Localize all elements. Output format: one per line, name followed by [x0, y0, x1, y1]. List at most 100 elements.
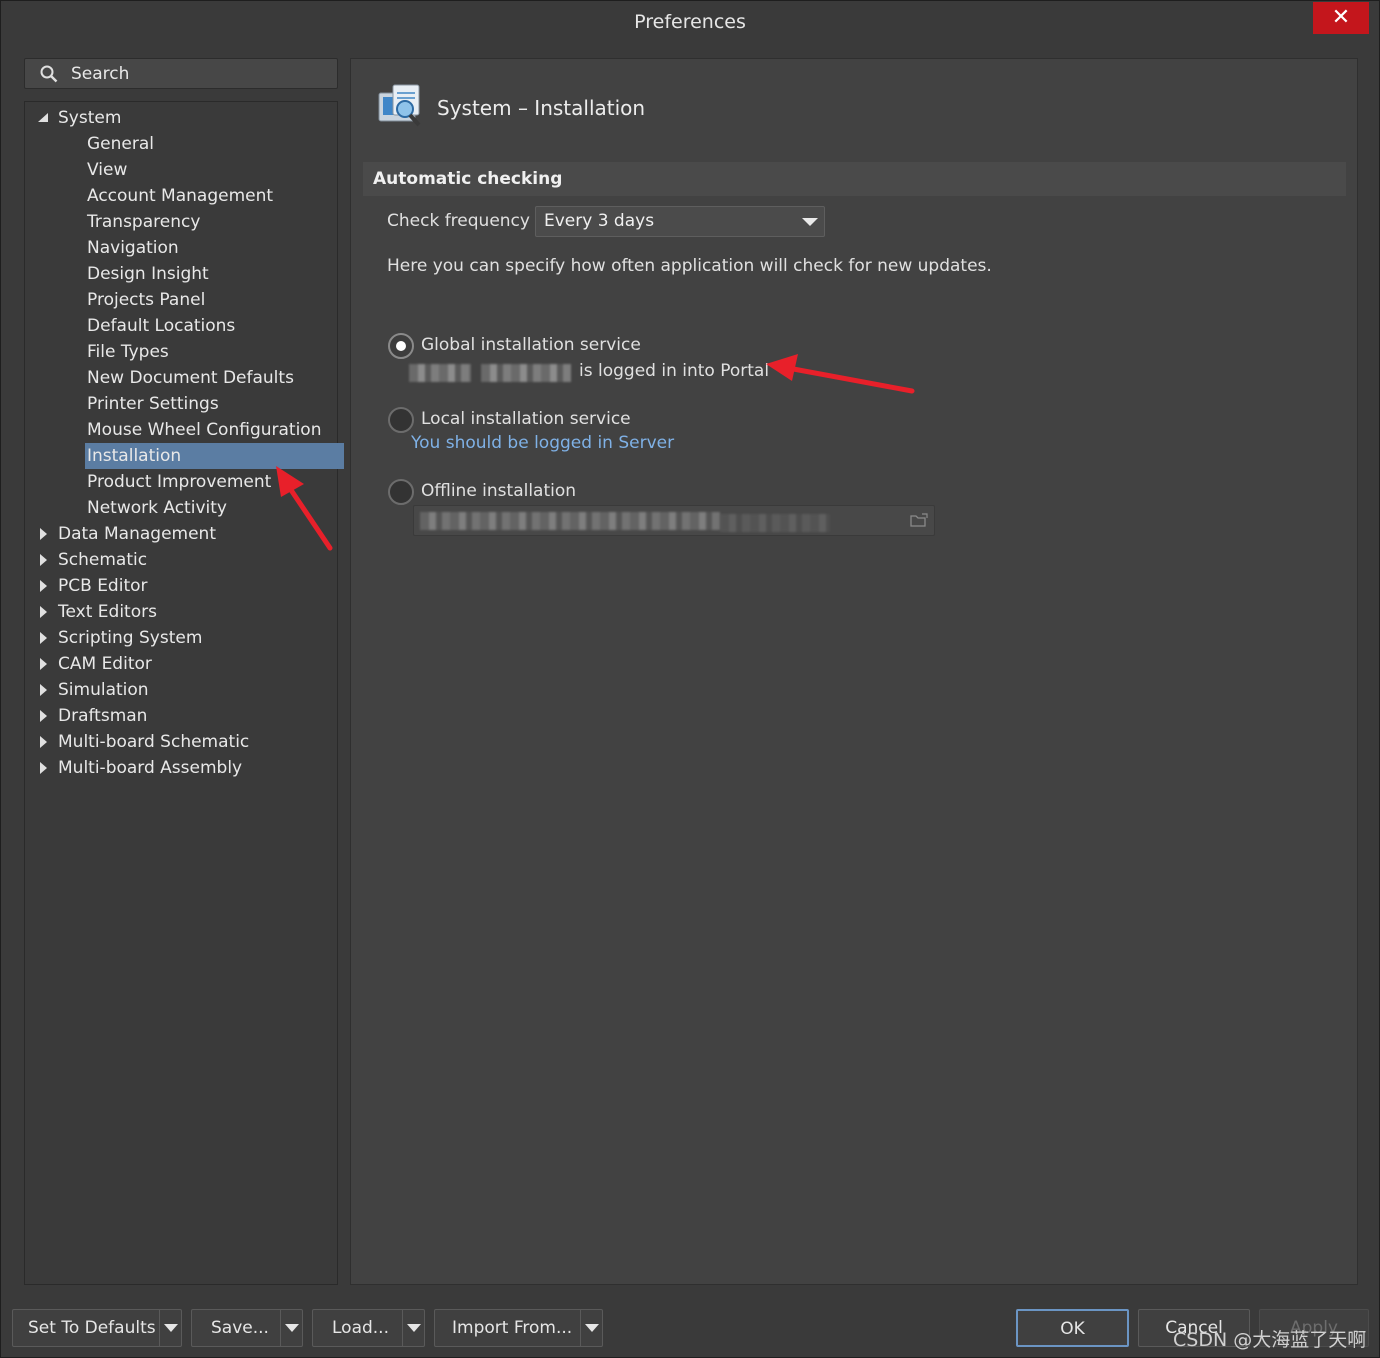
offline-installation-radio[interactable] [388, 479, 414, 505]
tree-item-label: Product Improvement [87, 472, 272, 492]
load-label: Load... [332, 1318, 389, 1338]
redacted-username [481, 364, 571, 382]
page-title: System – Installation [437, 96, 646, 120]
local-installation-status: You should be logged in Server [411, 433, 675, 453]
tree-item-draftsman[interactable]: Draftsman [40, 703, 148, 729]
tree-item-label: Default Locations [87, 316, 236, 336]
ok-button[interactable]: OK [1016, 1309, 1129, 1347]
global-installation-label: Global installation service [421, 335, 641, 355]
tree-item-data-management[interactable]: Data Management [40, 521, 216, 547]
tree-item-mouse-wheel-configuration[interactable]: Mouse Wheel Configuration [87, 417, 321, 443]
global-installation-status: is logged in into Portal [579, 361, 770, 381]
import-from-menu[interactable] [580, 1310, 602, 1346]
window-title: Preferences [634, 11, 746, 33]
chevron-down-icon [407, 1324, 421, 1332]
load-button[interactable]: Load... [312, 1309, 425, 1347]
caret-collapsed-icon [40, 632, 47, 644]
offline-path-field[interactable] [413, 505, 935, 536]
tree-item-view[interactable]: View [87, 157, 127, 183]
tree-item-label: File Types [87, 342, 169, 362]
tree-item-label: Transparency [87, 212, 201, 232]
tree-item-label: Installation [87, 446, 182, 466]
check-frequency-label: Check frequency [387, 211, 530, 231]
tree-item-installation[interactable]: Installation [85, 443, 345, 469]
tree-item-label: Data Management [58, 524, 216, 544]
caret-collapsed-icon [40, 658, 47, 670]
set-to-defaults-menu[interactable] [159, 1310, 181, 1346]
caret-collapsed-icon [40, 554, 47, 566]
tree-item-label: Design Insight [87, 264, 209, 284]
chevron-down-icon [802, 218, 818, 226]
tree-item-default-locations[interactable]: Default Locations [87, 313, 235, 339]
tree-item-label: Projects Panel [87, 290, 206, 310]
save-label: Save... [211, 1318, 269, 1338]
tree-item-label: Multi-board Schematic [58, 732, 250, 752]
tree-item-label: Account Management [87, 186, 274, 206]
tree-item-system[interactable]: System [38, 105, 122, 131]
tree-item-label: Draftsman [58, 706, 148, 726]
folder-icon[interactable] [910, 513, 928, 527]
tree-item-printer-settings[interactable]: Printer Settings [87, 391, 219, 417]
frequency-description: Here you can specify how often applicati… [387, 256, 992, 276]
tree-item-label: Mouse Wheel Configuration [87, 420, 322, 440]
tree-item-label: Printer Settings [87, 394, 219, 414]
section-automatic-checking: Automatic checking [363, 162, 1346, 196]
tree-item-account-management[interactable]: Account Management [87, 183, 273, 209]
tree-item-schematic[interactable]: Schematic [40, 547, 148, 573]
tree-item-label: Navigation [87, 238, 179, 258]
redacted-path [420, 512, 720, 530]
tree-item-design-insight[interactable]: Design Insight [87, 261, 209, 287]
tree-item-label: Schematic [58, 550, 148, 570]
tree-item-network-activity[interactable]: Network Activity [87, 495, 227, 521]
tree-item-projects-panel[interactable]: Projects Panel [87, 287, 205, 313]
local-installation-radio[interactable] [388, 407, 414, 433]
redacted-path [720, 514, 830, 532]
preferences-tree: System General View Account Management T… [24, 101, 345, 1285]
search-box[interactable] [24, 58, 338, 89]
save-button[interactable]: Save... [191, 1309, 303, 1347]
installation-page-icon [378, 84, 421, 127]
tree-item-label: System [58, 108, 122, 128]
tree-item-text-editors[interactable]: Text Editors [40, 599, 157, 625]
search-input[interactable] [71, 62, 331, 86]
redacted-username [409, 364, 471, 382]
tree-item-pcb-editor[interactable]: PCB Editor [40, 573, 148, 599]
caret-collapsed-icon [40, 762, 47, 774]
tree-item-product-improvement[interactable]: Product Improvement [87, 469, 271, 495]
tree-item-label: Network Activity [87, 498, 227, 518]
caret-collapsed-icon [40, 580, 47, 592]
preferences-window: Preferences ✕ System General View Accoun… [0, 0, 1380, 1358]
local-installation-label: Local installation service [421, 409, 631, 429]
tree-item-scripting-system[interactable]: Scripting System [40, 625, 203, 651]
save-menu[interactable] [280, 1310, 302, 1346]
tree-item-label: New Document Defaults [87, 368, 294, 388]
tree-item-label: Text Editors [58, 602, 157, 622]
import-from-button[interactable]: Import From... [434, 1309, 603, 1347]
tree-item-transparency[interactable]: Transparency [87, 209, 200, 235]
tree-item-multi-board-assembly[interactable]: Multi-board Assembly [40, 755, 243, 781]
tree-item-multi-board-schematic[interactable]: Multi-board Schematic [40, 729, 250, 755]
tree-item-label: View [87, 160, 128, 180]
caret-collapsed-icon [40, 606, 47, 618]
load-menu[interactable] [402, 1310, 424, 1346]
tree-item-simulation[interactable]: Simulation [40, 677, 149, 703]
tree-item-general[interactable]: General [87, 131, 154, 157]
check-frequency-dropdown[interactable]: Every 3 days [535, 206, 825, 237]
tree-item-file-types[interactable]: File Types [87, 339, 169, 365]
tree-item-label: PCB Editor [58, 576, 148, 596]
tree-item-new-document-defaults[interactable]: New Document Defaults [87, 365, 294, 391]
global-installation-radio[interactable] [388, 333, 414, 359]
close-button[interactable]: ✕ [1313, 2, 1369, 34]
set-to-defaults-button[interactable]: Set To Defaults [12, 1309, 182, 1347]
tree-item-label: Simulation [58, 680, 149, 700]
check-frequency-value: Every 3 days [544, 211, 655, 231]
tree-item-label: Scripting System [58, 628, 203, 648]
caret-expanded-icon [38, 113, 48, 122]
tree-item-label: Multi-board Assembly [58, 758, 243, 778]
tree-item-cam-editor[interactable]: CAM Editor [40, 651, 152, 677]
close-icon: ✕ [1331, 5, 1351, 30]
title-bar: Preferences ✕ [1, 1, 1379, 45]
ok-label: OK [1060, 1319, 1085, 1339]
chevron-down-icon [585, 1324, 599, 1332]
tree-item-navigation[interactable]: Navigation [87, 235, 179, 261]
